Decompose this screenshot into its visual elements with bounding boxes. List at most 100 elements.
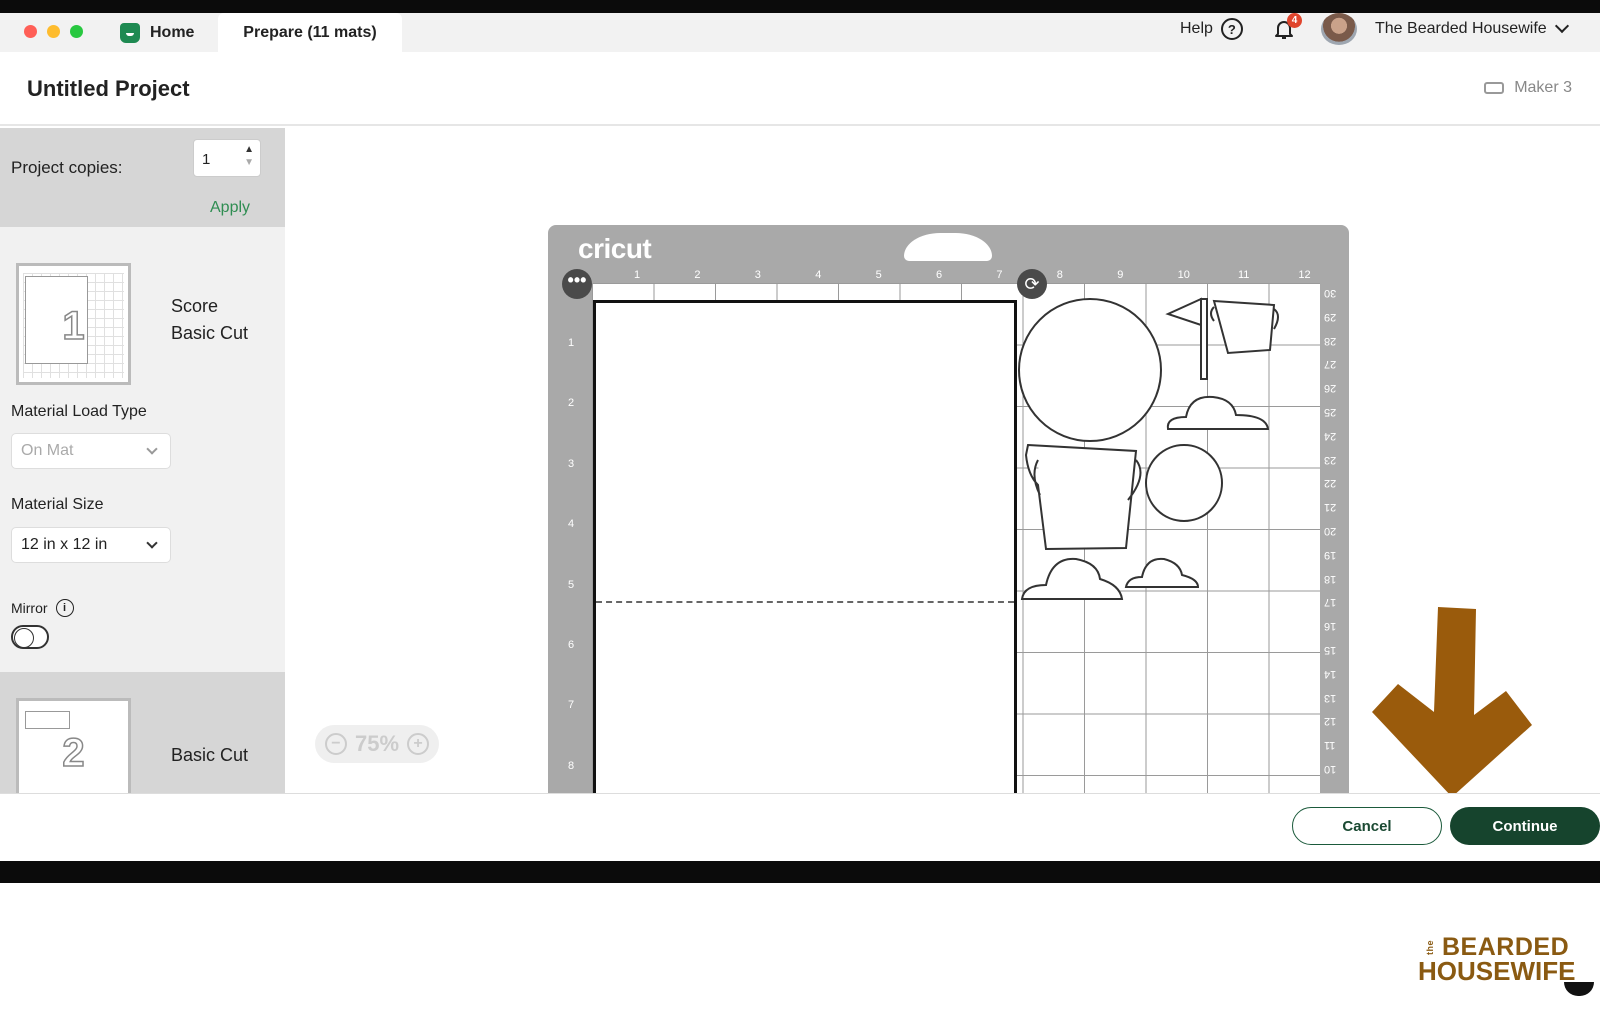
sidebar: Project copies: 1 ▲ ▼ Apply 1 Score Basi… bbox=[0, 128, 285, 808]
tab-prepare[interactable]: Prepare (11 mats) bbox=[218, 13, 402, 52]
ruler-left-tick: 5 bbox=[568, 578, 575, 591]
flag-shape bbox=[1165, 297, 1208, 380]
mat-1-op-score: Score bbox=[171, 296, 219, 316]
ruler-right-tick: 24 bbox=[1324, 429, 1337, 442]
ruler-right-tick: 11 bbox=[1324, 739, 1336, 752]
ruler-top-tick: 2 bbox=[694, 269, 701, 281]
ruler-right-tick: 28 bbox=[1324, 334, 1337, 347]
ruler-right-tick: 15 bbox=[1324, 644, 1337, 656]
ruler-right-tick: 16 bbox=[1324, 620, 1337, 633]
copies-label: Project copies: bbox=[11, 158, 123, 177]
project-copies-panel: Project copies: 1 ▲ ▼ Apply bbox=[0, 128, 285, 227]
mat-paper bbox=[25, 711, 70, 729]
ruler-right-tick: 14 bbox=[1324, 667, 1337, 680]
ruler-top-tick: 3 bbox=[754, 269, 761, 281]
question-icon: ? bbox=[1220, 18, 1243, 40]
mat-number: 1 bbox=[62, 303, 86, 349]
ruler-right-tick: 22 bbox=[1324, 477, 1337, 490]
ruler-right-tick: 10 bbox=[1324, 763, 1337, 775]
copies-value: 1 bbox=[202, 151, 211, 168]
tab-home[interactable]: Home bbox=[120, 19, 194, 47]
ruler-right-tick: 27 bbox=[1324, 358, 1337, 371]
ruler-right-tick: 12 bbox=[1324, 715, 1337, 728]
down-arrow-overlay-icon bbox=[1372, 607, 1532, 797]
ruler-left-tick: 2 bbox=[568, 397, 575, 410]
ruler-right-tick: 30 bbox=[1324, 287, 1337, 299]
ruler-top-tick: 8 bbox=[1056, 269, 1063, 281]
tab-prepare-label: Prepare (11 mats) bbox=[243, 23, 377, 41]
more-options-button[interactable]: ••• bbox=[562, 269, 592, 299]
zoom-in-button[interactable]: + bbox=[407, 733, 430, 755]
zoom-out-button[interactable]: − bbox=[324, 733, 347, 755]
material-size-label: Material Size bbox=[11, 496, 104, 513]
close-window-button[interactable] bbox=[24, 25, 37, 38]
info-icon[interactable]: i bbox=[55, 599, 74, 617]
mat-thumbnail-2[interactable]: 2 bbox=[16, 698, 131, 808]
mirror-label: Mirror bbox=[11, 600, 48, 616]
mat-number: 2 bbox=[62, 730, 86, 776]
bearded-housewife-logo: the BEARDED HOUSEWIFE bbox=[1418, 935, 1594, 996]
cloud-shape-1 bbox=[1166, 395, 1270, 430]
mat-2-panel[interactable]: 2 Basic Cut bbox=[0, 672, 285, 808]
logo-line-2: HOUSEWIFE bbox=[1418, 956, 1576, 986]
continue-button[interactable]: Continue bbox=[1450, 807, 1600, 845]
ruler-top-tick: 5 bbox=[875, 269, 882, 281]
card-base-shape[interactable] bbox=[593, 300, 1017, 820]
home-icon bbox=[120, 23, 140, 43]
video-frame-bottom bbox=[0, 861, 1600, 883]
stepper-down-icon[interactable]: ▼ bbox=[244, 156, 254, 169]
watermark-area: the BEARDED HOUSEWIFE bbox=[0, 883, 1600, 1017]
stepper-up-icon[interactable]: ▲ bbox=[244, 143, 254, 156]
ruler-top-tick: 9 bbox=[1117, 269, 1124, 281]
score-line bbox=[596, 601, 1014, 603]
account-menu[interactable]: The Bearded Housewife bbox=[1375, 17, 1569, 41]
large-bucket-shape bbox=[1024, 443, 1142, 551]
video-frame-top bbox=[0, 0, 1600, 13]
machine-label: Maker 3 bbox=[1514, 79, 1572, 96]
stepper-arrows[interactable]: ▲ ▼ bbox=[244, 143, 254, 169]
zoom-window-button[interactable] bbox=[70, 25, 83, 38]
tab-bar: Home Prepare (11 mats) Help ? 4 The Bear… bbox=[0, 13, 1600, 52]
cut-shapes bbox=[1018, 297, 1279, 600]
apply-button[interactable]: Apply bbox=[210, 199, 250, 217]
ruler-top-tick: 4 bbox=[815, 269, 822, 281]
help-label: Help bbox=[1180, 20, 1213, 37]
material-load-type-label: Material Load Type bbox=[11, 403, 147, 420]
cricut-logo: cricut bbox=[578, 233, 652, 264]
ruler-right-tick: 21 bbox=[1324, 501, 1337, 514]
chevron-down-icon bbox=[1554, 18, 1569, 34]
mat-1-op-basic-cut: Basic Cut bbox=[171, 323, 249, 343]
material-size-value: 12 in x 12 in bbox=[21, 536, 108, 553]
footer-bar: Cancel Continue bbox=[0, 793, 1600, 861]
zoom-control[interactable]: − 75% + bbox=[315, 725, 439, 763]
mat-notch bbox=[904, 233, 992, 261]
minimize-window-button[interactable] bbox=[47, 25, 60, 38]
zoom-level: 75% bbox=[354, 731, 400, 756]
large-circle-shape bbox=[1018, 298, 1162, 442]
avatar[interactable] bbox=[1321, 13, 1357, 45]
mat-1-operations: Score Basic Cut bbox=[171, 293, 248, 347]
cloud-shape-3 bbox=[1124, 557, 1200, 588]
cancel-button[interactable]: Cancel bbox=[1292, 807, 1442, 845]
mirror-toggle[interactable] bbox=[11, 625, 49, 649]
ruler-right-tick: 26 bbox=[1324, 382, 1337, 395]
ruler-top-tick: 6 bbox=[936, 269, 943, 281]
material-size-select[interactable]: 12 in x 12 in bbox=[11, 527, 171, 563]
small-bucket-shape bbox=[1210, 299, 1279, 355]
machine-indicator[interactable]: Maker 3 bbox=[1484, 79, 1572, 97]
ruler-right-tick: 17 bbox=[1324, 596, 1337, 609]
tab-home-label: Home bbox=[150, 24, 195, 41]
ruler-top-tick: 12 bbox=[1298, 269, 1311, 281]
copies-stepper[interactable]: 1 ▲ ▼ bbox=[193, 139, 261, 177]
project-header: Untitled Project Maker 3 bbox=[0, 52, 1600, 126]
username-label: The Bearded Housewife bbox=[1375, 20, 1547, 37]
ruler-left-tick: 1 bbox=[568, 337, 575, 349]
small-circle-shape bbox=[1145, 444, 1223, 522]
mirror-row: Mirror i bbox=[11, 599, 74, 617]
help-button[interactable]: Help ? bbox=[1180, 17, 1243, 41]
chevron-down-icon bbox=[146, 443, 158, 455]
mat-thumbnail-1[interactable]: 1 bbox=[16, 263, 131, 385]
ruler-left-tick: 6 bbox=[568, 639, 575, 651]
ruler-left-tick: 3 bbox=[568, 457, 575, 470]
material-load-type-select[interactable]: On Mat bbox=[11, 433, 171, 469]
